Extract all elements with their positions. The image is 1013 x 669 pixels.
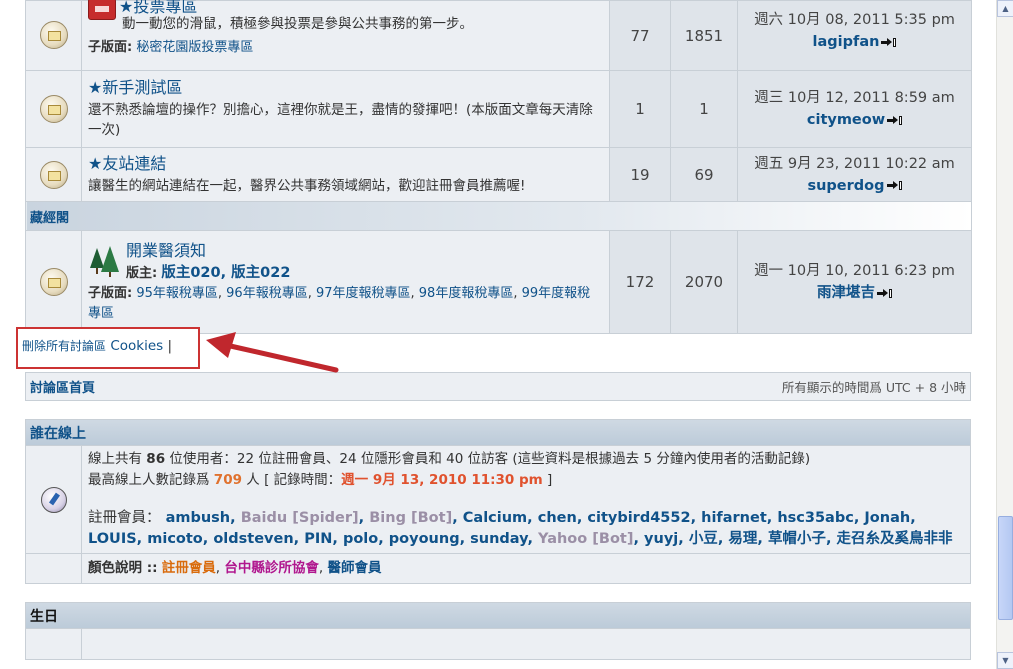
category-row: 藏經閣 (25, 201, 972, 231)
subforum-label: 子版面: (88, 39, 133, 55)
forum-page: ★投票專區 動一動您的滑鼠，積極參與投票是參與公共事務的第一步。 子版面: 秘密… (16, 0, 972, 660)
last-post-user-link[interactable]: lagipfan (813, 34, 880, 50)
subforum-link[interactable]: 秘密花園版投票專區 (136, 40, 253, 55)
last-post-time: 週一 10月 10, 2011 6:23 pm (754, 263, 955, 279)
legend-registered-link[interactable]: 註冊會員 (162, 560, 216, 576)
cookie-bar: 刪除所有討論區 Cookies | (16, 327, 971, 373)
last-post-time: 週六 10月 08, 2011 5:35 pm (754, 12, 955, 28)
subforum-link[interactable]: 97年度報稅專區 (316, 286, 411, 301)
view-latest-post-icon[interactable] (887, 115, 903, 125)
member-link[interactable]: 易理 (728, 531, 757, 547)
delete-cookies-link[interactable]: 刪除所有討論區 Cookies (22, 338, 163, 354)
forum-title-link[interactable]: ★友站連結 (88, 154, 166, 173)
member-link[interactable]: 小豆 (689, 531, 718, 547)
member-link[interactable]: yuyj (644, 531, 678, 547)
topic-count: 19 (609, 147, 671, 202)
scrollbar-thumb[interactable] (998, 516, 1013, 620)
forum-read-icon (39, 95, 68, 123)
forum-row: ★友站連結 讓醫生的網站連結在一起，醫界公共事務領域網站，歡迎註冊會員推薦喔! … (25, 147, 972, 202)
tree-icon (90, 246, 119, 277)
member-link[interactable]: citybird4552 (587, 510, 690, 526)
post-count: 1851 (670, 0, 738, 71)
last-post-time: 週五 9月 23, 2011 10:22 am (754, 155, 955, 172)
forum-row: 開業醫須知 版主: 版主020, 版主022 子版面: 95年報稅專區, 96年… (25, 230, 972, 334)
forum-description: 動一動您的滑鼠，積極參與投票是參與公共事務的第一步。 (122, 15, 473, 32)
member-link[interactable]: sunday (470, 531, 527, 547)
last-post-user-link[interactable]: 雨津堪吉 (817, 285, 875, 301)
online-users-icon (40, 486, 67, 513)
scroll-up-button[interactable]: ▲ (997, 0, 1013, 17)
legend-doctor-link[interactable]: 醫師會員 (327, 560, 381, 576)
post-count: 1 (670, 70, 738, 148)
member-link[interactable]: 草帽小子 (768, 531, 826, 547)
post-count: 69 (670, 147, 738, 202)
member-link[interactable]: ambush (166, 510, 231, 526)
legend-association-link[interactable]: 台中縣診所協會 (224, 560, 319, 576)
member-link[interactable]: LOUIS (88, 531, 137, 547)
forum-title-link[interactable]: ★新手測試區 (88, 78, 182, 97)
moderator-links[interactable]: 版主020, 版主022 (161, 265, 290, 281)
forum-row: ★新手測試區 還不熟悉論壇的操作？別擔心，這裡你就是王，盡情的發揮吧！(本版面文… (25, 70, 972, 148)
forum-table: ★投票專區 動一動您的滑鼠，積極參與投票是參與公共事務的第一步。 子版面: 秘密… (25, 0, 972, 334)
member-link[interactable]: oldsteven (213, 531, 293, 547)
online-summary: 線上共有 86 位使用者：22 位註冊會員、24 位隱形會員和 40 位訪客 (… (88, 451, 811, 467)
forum-read-icon (39, 21, 68, 49)
highlight-box: 刪除所有討論區 Cookies | (16, 327, 200, 369)
topic-count: 77 (609, 0, 671, 71)
member-link[interactable]: poyoung (389, 531, 460, 547)
vertical-scrollbar[interactable]: ▲ ▼ (996, 0, 1013, 669)
legend-label: 顏色說明 :: (88, 560, 158, 576)
view-latest-post-icon[interactable] (886, 181, 902, 190)
moderator-label: 版主: (126, 265, 158, 281)
view-latest-post-icon[interactable] (877, 288, 892, 298)
member-link[interactable]: PIN (304, 531, 332, 547)
subforum-link[interactable]: 98年度報稅專區 (419, 286, 514, 301)
last-post-time: 週三 10月 12, 2011 8:59 am (754, 90, 955, 106)
forum-read-icon (39, 268, 68, 296)
topic-count: 1 (609, 70, 671, 148)
who-is-online-panel: 誰在線上 線上共有 86 位使用者：22 位註冊會員、24 位隱形會員和 40 … (25, 419, 971, 584)
last-post-user-link[interactable]: citymeow (807, 112, 885, 128)
forum-read-icon (39, 160, 68, 189)
birthday-heading: 生日 (26, 603, 970, 629)
last-post-user-link[interactable]: superdog (807, 178, 884, 194)
member-link[interactable]: 走召糸及奚鳥非非 (837, 531, 953, 547)
topic-count: 172 (609, 230, 671, 334)
online-member-list: 註冊會員： ambush, Baidu [Spider], Bing [Bot]… (88, 510, 953, 547)
forum-home-link[interactable]: 討論區首頁 (30, 377, 95, 396)
subforum-link[interactable]: 95年報稅專區 (136, 286, 218, 301)
who-is-online-heading[interactable]: 誰在線上 (30, 426, 86, 442)
forum-description: 讓醫生的網站連結在一起，醫界公共事務領域網站，歡迎註冊會員推薦喔! (88, 177, 526, 194)
bot-user-link[interactable]: Yahoo [Bot] (538, 531, 633, 547)
vote-box-icon (88, 0, 116, 20)
forum-row: ★投票專區 動一動您的滑鼠，積極參與投票是參與公共事務的第一步。 子版面: 秘密… (25, 0, 972, 71)
member-link[interactable]: Jonah (864, 510, 910, 526)
scroll-down-button[interactable]: ▼ (997, 652, 1013, 669)
member-link[interactable]: Calcium (463, 510, 527, 526)
member-link[interactable]: hsc35abc (777, 510, 854, 526)
breadcrumb-bar: 討論區首頁 所有顯示的時間爲 UTC + 8 小時 (25, 372, 971, 401)
bot-user-link[interactable]: Baidu [Spider] (241, 510, 359, 526)
subforum-link[interactable]: 96年報稅專區 (226, 286, 308, 301)
member-link[interactable]: micoto (147, 531, 203, 547)
view-latest-post-icon[interactable] (881, 37, 897, 47)
record-summary: 最高線上人數記錄爲 709 人 [ 記錄時間：週一 9月 13, 2010 11… (88, 472, 553, 488)
birthday-panel: 生日 (25, 602, 971, 660)
member-link[interactable]: polo (343, 531, 378, 547)
red-arrow-icon (206, 332, 339, 373)
forum-description: 還不熟悉論壇的操作？別擔心，這裡你就是王，盡情的發揮吧！(本版面文章每天清除一次… (88, 102, 593, 138)
bot-user-link[interactable]: Bing [Bot] (369, 510, 452, 526)
post-count: 2070 (670, 230, 738, 334)
timezone-note: 所有顯示的時間爲 UTC + 8 小時 (781, 380, 966, 395)
category-link[interactable]: 藏經閣 (30, 211, 69, 226)
forum-title-link[interactable]: 開業醫須知 (126, 241, 206, 260)
member-link[interactable]: chen (538, 510, 577, 526)
member-link[interactable]: hifarnet (701, 510, 767, 526)
subforum-label: 子版面: (88, 285, 133, 301)
